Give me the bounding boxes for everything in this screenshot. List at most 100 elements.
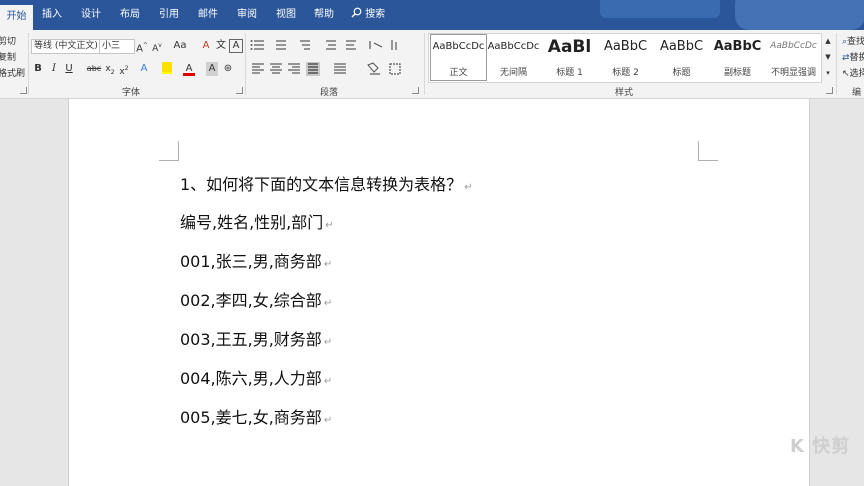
tab-references[interactable]: 引用 xyxy=(159,7,179,23)
phonetic-guide-icon[interactable]: 文 xyxy=(215,39,227,53)
clear-formatting-icon[interactable]: A xyxy=(199,39,213,53)
gallery-scroll-down-icon[interactable]: ▼ xyxy=(823,50,833,64)
document-paragraph[interactable]: 001,张三,男,商务部 ↵ xyxy=(180,248,332,272)
subscript-icon[interactable]: x2 xyxy=(104,62,116,76)
tab-home[interactable]: 开始 xyxy=(0,5,33,30)
style-subtle-emphasis[interactable]: AaBbCcDc 不明显强调 xyxy=(766,35,821,79)
cut-button[interactable]: 剪切 xyxy=(0,34,16,47)
style-name: 无间隔 xyxy=(499,68,527,78)
tab-mailings[interactable]: 邮件 xyxy=(198,7,218,23)
style-normal[interactable]: AaBbCcDc 正文 xyxy=(430,34,487,81)
document-paragraph[interactable]: 编号,姓名,性别,部门 ↵ xyxy=(180,209,334,233)
paragraph-top-icons[interactable] xyxy=(250,39,400,51)
paragraph-launcher-icon[interactable] xyxy=(412,87,419,94)
tab-layout[interactable]: 布局 xyxy=(120,7,140,23)
document-paragraph[interactable]: 002,李四,女,综合部 ↵ xyxy=(180,287,332,311)
font-name-value: 等线 (中文正文) xyxy=(34,41,98,51)
paragraph-mark: ↵ xyxy=(464,182,473,193)
font-launcher-icon[interactable] xyxy=(236,87,243,94)
paragraph-text: 005,姜七,女,商务部 xyxy=(180,408,322,427)
replace-icon: ⇄ xyxy=(842,53,850,63)
replace-label: 替换 xyxy=(849,53,864,63)
style-name: 副标题 xyxy=(723,68,751,78)
font-group-label: 字体 xyxy=(122,88,141,98)
tab-insert[interactable]: 插入 xyxy=(42,7,62,23)
style-heading-2[interactable]: AaBbC 标题 2 xyxy=(598,35,653,79)
font-size-combo[interactable]: 小三 xyxy=(99,39,135,54)
change-case-icon[interactable]: Aa xyxy=(170,39,190,53)
ribbon-tab-bar: 开始 插入 设计 布局 引用 邮件 审阅 视图 帮助 搜索 xyxy=(0,0,864,30)
replace-button[interactable]: ⇄替换 xyxy=(842,50,864,63)
document-paragraph[interactable]: 005,姜七,女,商务部 ↵ xyxy=(180,404,332,428)
title-bar-decoration xyxy=(600,0,720,18)
text-effects-icon[interactable]: A xyxy=(138,62,150,76)
character-shading-icon[interactable]: A xyxy=(206,62,218,76)
ribbon: 剪切 复制 格式刷 等线 (中文正文) 小三 A^ Av Aa A 文 A B … xyxy=(0,30,864,99)
font-size-value: 小三 xyxy=(102,41,121,51)
style-title[interactable]: AaBbC 标题 xyxy=(654,35,709,79)
editing-group-label: 编辑 xyxy=(852,88,862,98)
paragraph-group-label: 段落 xyxy=(320,88,339,98)
style-sample: AaBbCcDc xyxy=(487,41,540,52)
select-icon: ↖ xyxy=(842,69,850,79)
select-button[interactable]: ↖选择 xyxy=(842,66,864,79)
document-paragraph[interactable]: 003,王五,男,财务部 ↵ xyxy=(180,326,332,350)
gallery-more-icon[interactable]: ▾ xyxy=(823,66,833,80)
tab-review[interactable]: 审阅 xyxy=(237,7,257,23)
find-button[interactable]: ⌕查找 xyxy=(842,34,864,47)
tab-help[interactable]: 帮助 xyxy=(314,7,334,23)
tab-design[interactable]: 设计 xyxy=(81,7,101,23)
paragraph-text: 1、如何将下面的文本信息转换为表格？ xyxy=(180,175,463,194)
tab-view[interactable]: 视图 xyxy=(276,7,296,23)
paragraph-mark: ↵ xyxy=(323,259,333,270)
paragraph-bottom-icons[interactable] xyxy=(250,62,410,76)
styles-group-label: 样式 xyxy=(615,88,634,98)
copy-button[interactable]: 复制 xyxy=(0,50,16,63)
enclose-characters-icon[interactable]: ⊛ xyxy=(222,62,234,76)
style-sample: AaBbCcDc xyxy=(432,41,485,52)
title-bar-decoration xyxy=(735,0,864,30)
character-border-icon[interactable]: A xyxy=(229,39,243,53)
paragraph-mark: ↵ xyxy=(323,298,333,309)
group-separator xyxy=(424,33,425,95)
style-sample: AaBbC xyxy=(659,39,704,54)
bold-icon[interactable]: B xyxy=(33,62,43,76)
paragraph-mark: ↵ xyxy=(323,415,333,426)
highlight-color-icon[interactable] xyxy=(160,62,174,76)
paragraph-mark: ↵ xyxy=(325,220,334,231)
styles-gallery: AaBbCcDc 正文 AaBbCcDc 无间隔 AaBl 标题 1 AaBbC… xyxy=(428,33,822,83)
gallery-scroll-up-icon[interactable]: ▲ xyxy=(823,34,833,48)
style-name: 标题 2 xyxy=(612,68,639,78)
style-name: 不明显强调 xyxy=(770,68,816,78)
watermark-logo: K 快剪 xyxy=(790,436,851,457)
style-name: 标题 1 xyxy=(556,68,583,78)
clipboard-launcher-icon[interactable] xyxy=(20,87,27,94)
group-separator xyxy=(836,33,837,95)
document-paragraph[interactable]: 1、如何将下面的文本信息转换为表格？ ↵ xyxy=(180,171,473,195)
shrink-font-icon[interactable]: Av xyxy=(151,39,163,54)
superscript-icon[interactable]: x2 xyxy=(118,62,130,77)
margin-corner-mark xyxy=(159,141,179,161)
style-heading-1[interactable]: AaBl 标题 1 xyxy=(542,35,597,79)
find-label: 查找 xyxy=(847,37,864,47)
strikethrough-icon[interactable]: abc xyxy=(86,62,102,76)
format-painter-button[interactable]: 格式刷 xyxy=(0,66,25,79)
search-icon xyxy=(351,7,362,18)
document-canvas: 1、如何将下面的文本信息转换为表格？ ↵ 编号,姓名,性别,部门 ↵ 001,张三,… xyxy=(0,99,864,486)
search-label: 搜索 xyxy=(365,9,386,20)
tell-me-search[interactable]: 搜索 xyxy=(351,7,385,23)
style-subtitle[interactable]: AaBbC 副标题 xyxy=(710,35,765,79)
paragraph-mark: ↵ xyxy=(323,376,333,387)
styles-launcher-icon[interactable] xyxy=(826,87,833,94)
italic-icon[interactable]: I xyxy=(49,62,59,76)
document-page[interactable]: 1、如何将下面的文本信息转换为表格？ ↵ 编号,姓名,性别,部门 ↵ 001,张三,… xyxy=(68,99,810,486)
group-separator xyxy=(245,33,246,95)
grow-font-icon[interactable]: A^ xyxy=(136,39,148,54)
underline-icon[interactable]: U xyxy=(64,62,74,76)
document-paragraph[interactable]: 004,陈六,男,人力部 ↵ xyxy=(180,365,332,389)
font-color-icon[interactable]: A xyxy=(183,62,195,76)
style-sample: AaBbCcDc xyxy=(770,41,817,51)
paragraph-text: 002,李四,女,综合部 xyxy=(180,291,322,310)
font-name-combo[interactable]: 等线 (中文正文) xyxy=(31,39,101,54)
style-no-spacing[interactable]: AaBbCcDc 无间隔 xyxy=(486,35,541,79)
